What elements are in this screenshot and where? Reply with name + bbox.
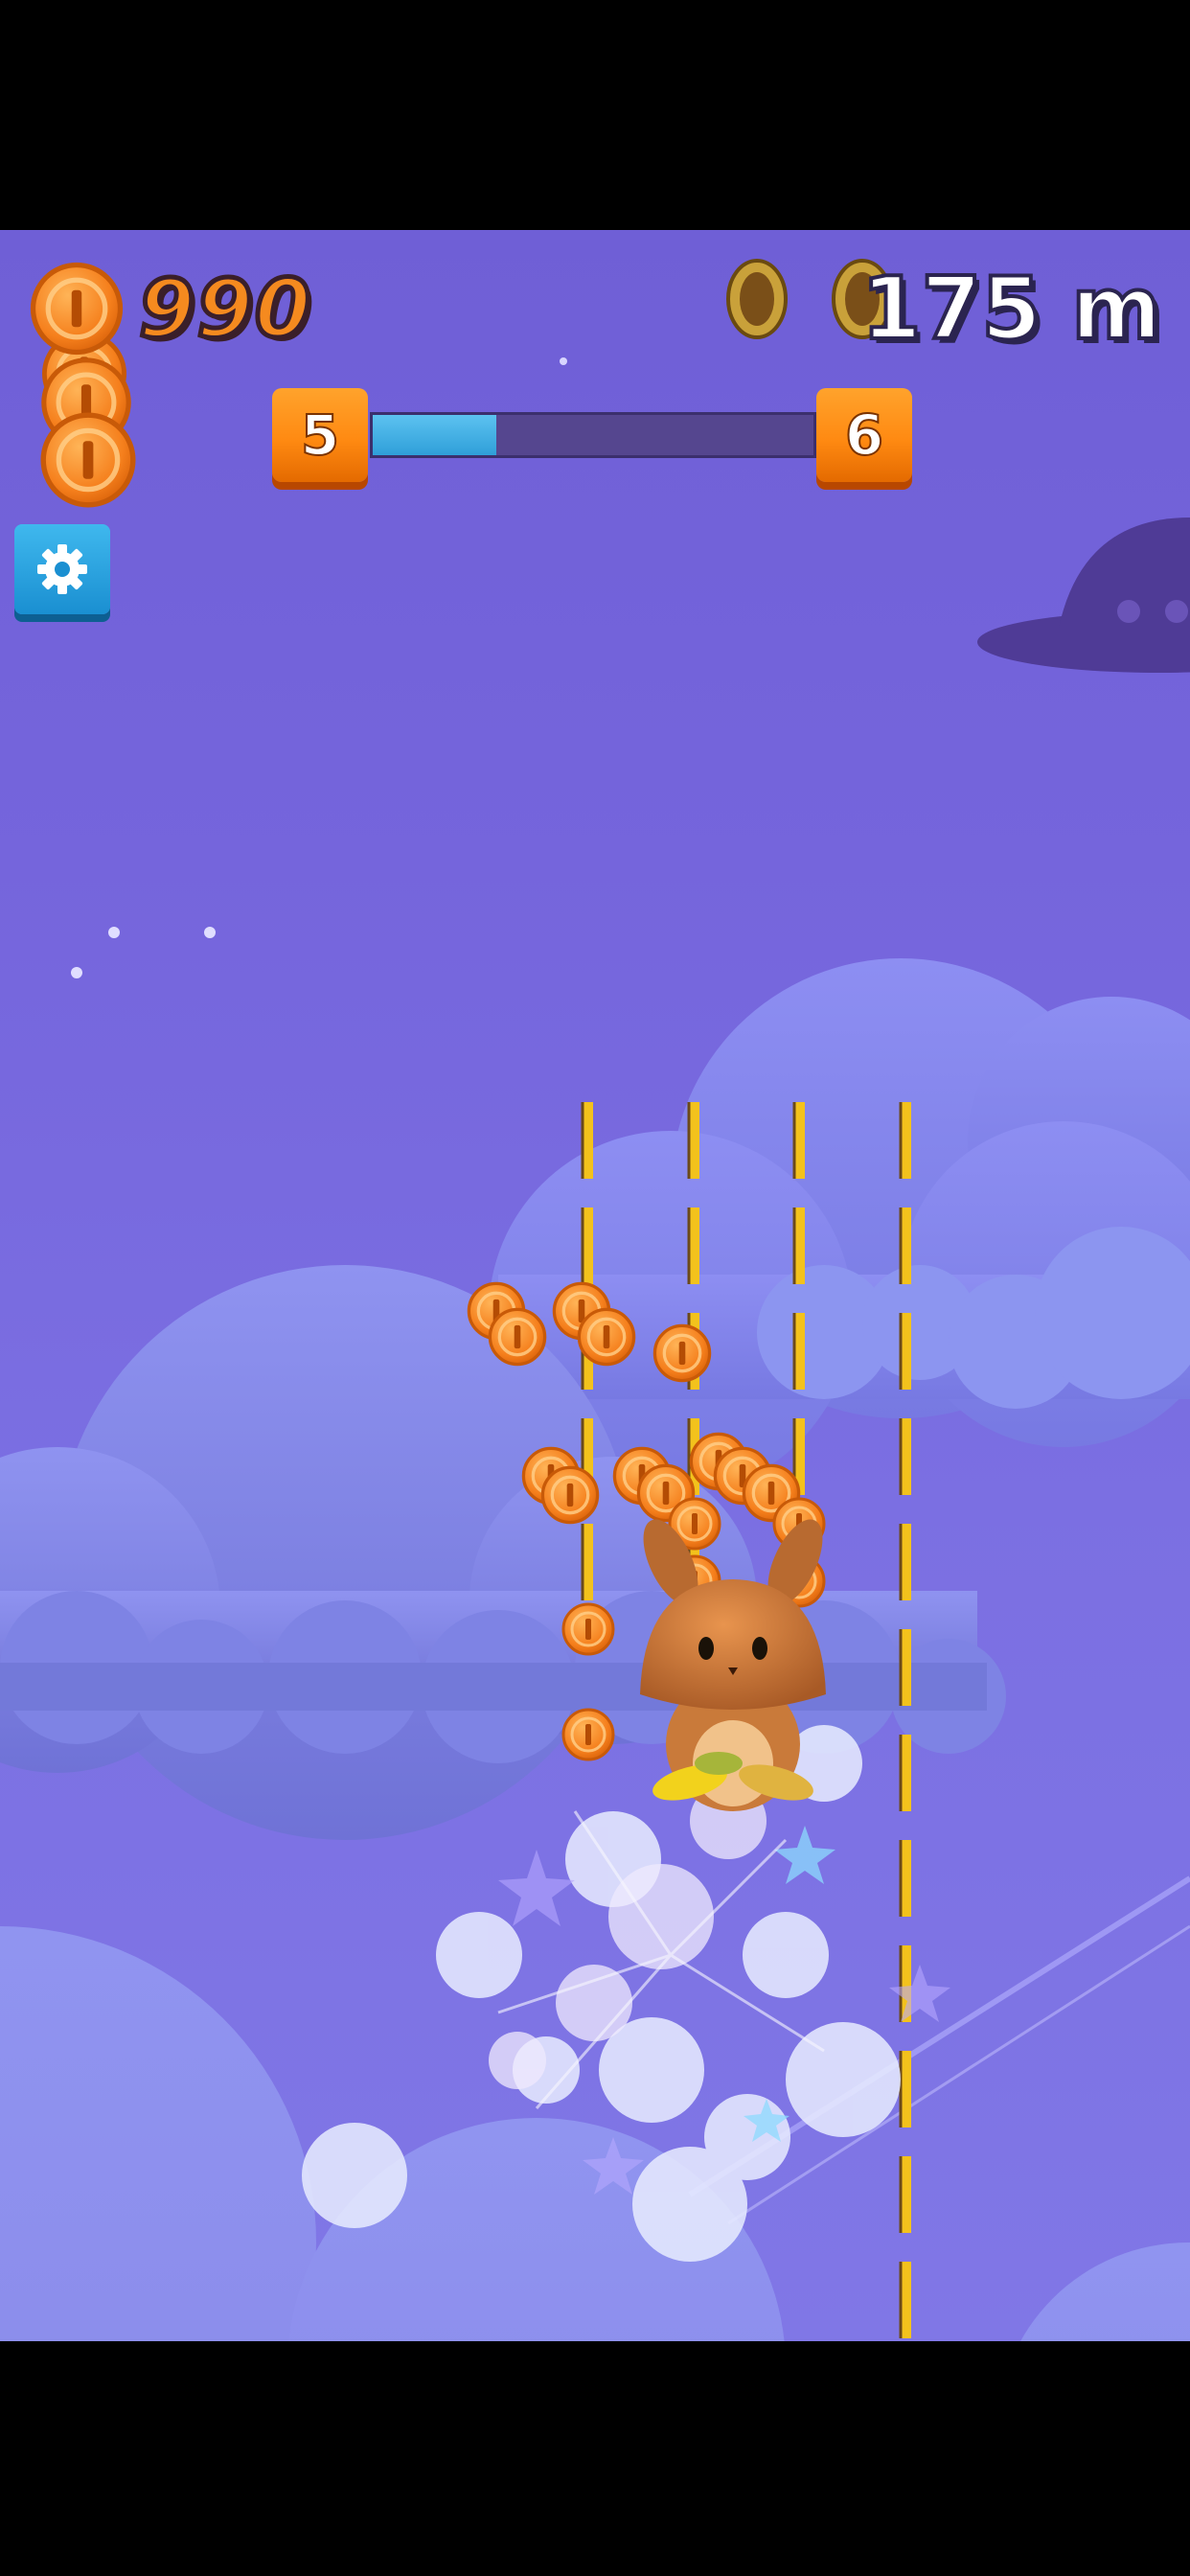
settings-button[interactable]	[14, 524, 110, 614]
distance-meter: 175 m	[859, 257, 1163, 361]
level-progress-bar	[370, 412, 816, 458]
current-level-badge: 5	[272, 388, 368, 482]
ufo-silhouette	[977, 518, 1190, 673]
game-viewport[interactable]: 990 175 m 5 6	[0, 230, 1190, 2341]
gear-icon	[37, 544, 87, 594]
top-letterbox	[0, 0, 1190, 230]
bottom-letterbox	[0, 2341, 1190, 2576]
level-progress-fill	[373, 415, 496, 455]
coin-count: 990	[136, 260, 313, 358]
bronze-coin	[726, 259, 788, 339]
scene-background	[0, 259, 1190, 2341]
coin-stack-icon	[34, 265, 133, 505]
next-level-badge: 6	[816, 388, 912, 482]
